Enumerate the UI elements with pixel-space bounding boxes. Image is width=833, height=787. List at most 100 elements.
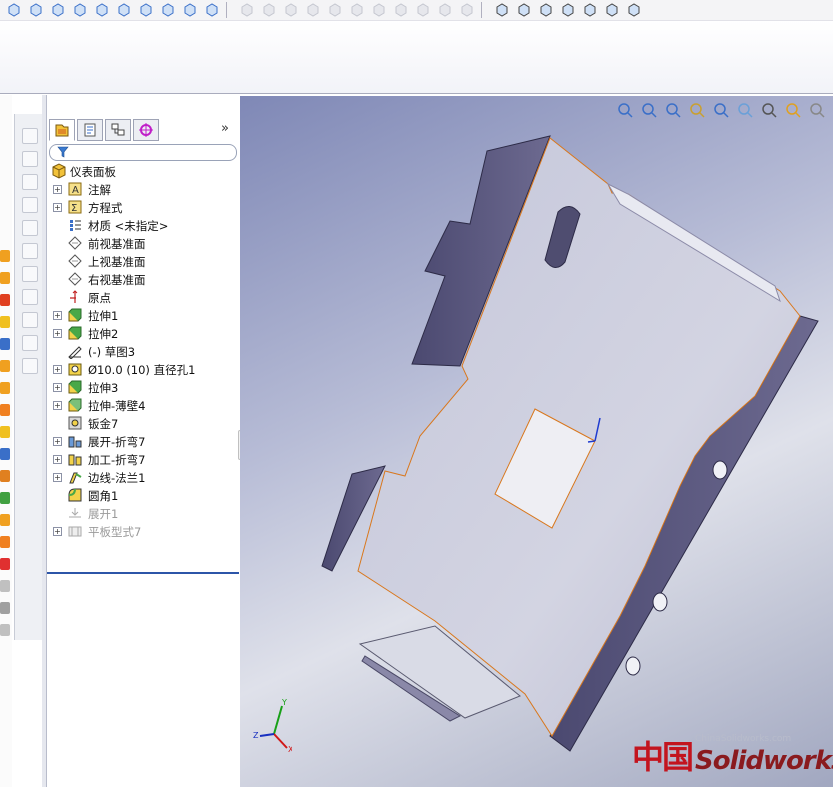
tree-item[interactable]: + 拉伸3 xyxy=(47,378,239,396)
sketch-tool-icon[interactable] xyxy=(22,358,38,374)
tree-item[interactable]: 右视基准面 xyxy=(47,270,239,288)
expand-toggle-icon[interactable]: + xyxy=(53,365,62,374)
feature-tool-icon[interactable] xyxy=(0,514,10,526)
configuration-manager-tab[interactable] xyxy=(105,119,131,141)
cube-icon[interactable] xyxy=(72,2,88,18)
sketch-icon[interactable] xyxy=(371,2,387,18)
expand-toggle-icon[interactable]: + xyxy=(53,329,62,338)
sketch-icon[interactable] xyxy=(349,2,365,18)
cube-icon[interactable] xyxy=(28,2,44,18)
expand-toggle-icon[interactable]: + xyxy=(53,401,62,410)
sketch-icon[interactable] xyxy=(626,2,642,18)
sketch-tool-icon[interactable] xyxy=(22,220,38,236)
shield-icon[interactable] xyxy=(160,2,176,18)
tree-root[interactable]: 仪表面板 xyxy=(47,162,239,180)
rollback-bar[interactable] xyxy=(47,572,239,574)
pencil-icon[interactable] xyxy=(494,2,510,18)
tree-item[interactable]: + 边线-法兰1 xyxy=(47,468,239,486)
sheet-metal-part-model[interactable] xyxy=(240,96,833,787)
spline-icon[interactable] xyxy=(604,2,620,18)
feature-manager-tab[interactable] xyxy=(49,119,75,141)
dim-expert-tab[interactable] xyxy=(133,119,159,141)
expand-toggle-icon[interactable]: + xyxy=(53,203,62,212)
tree-item[interactable]: + 加工-折弯7 xyxy=(47,450,239,468)
tree-item[interactable]: 钣金7 xyxy=(47,414,239,432)
property-manager-tab[interactable] xyxy=(77,119,103,141)
sketch-icon[interactable] xyxy=(415,2,431,18)
feature-tool-icon[interactable] xyxy=(0,382,10,394)
tree-item[interactable]: + 平板型式7 xyxy=(47,522,239,540)
tree-item[interactable]: + 拉伸2 xyxy=(47,324,239,342)
feature-tool-icon[interactable] xyxy=(0,272,10,284)
rectangle-icon[interactable] xyxy=(538,2,554,18)
plane-icon xyxy=(68,236,82,250)
sketch-icon[interactable] xyxy=(393,2,409,18)
feature-tool-icon[interactable] xyxy=(0,316,10,328)
cube-icon[interactable] xyxy=(116,2,132,18)
sketch-icon[interactable] xyxy=(437,2,453,18)
sketch-tool-icon[interactable] xyxy=(22,243,38,259)
line-icon[interactable] xyxy=(516,2,532,18)
cube-icon[interactable] xyxy=(94,2,110,18)
feature-tool-icon[interactable] xyxy=(0,250,10,262)
feature-tool-icon[interactable] xyxy=(0,294,10,306)
tree-item[interactable]: + 拉伸-薄壁4 xyxy=(47,396,239,414)
sketch-icon[interactable] xyxy=(459,2,475,18)
tree-item[interactable]: 前视基准面 xyxy=(47,234,239,252)
shield-icon[interactable] xyxy=(138,2,154,18)
sketch-tool-icon[interactable] xyxy=(22,151,38,167)
arc-icon[interactable] xyxy=(582,2,598,18)
feature-tool-icon[interactable] xyxy=(0,536,10,548)
wrench-icon[interactable] xyxy=(204,2,220,18)
tree-item[interactable]: (-) 草图3 xyxy=(47,342,239,360)
circle-icon[interactable] xyxy=(560,2,576,18)
feature-tool-icon[interactable] xyxy=(0,470,10,482)
sketch-icon[interactable] xyxy=(327,2,343,18)
sketch-icon[interactable] xyxy=(283,2,299,18)
expand-toggle-icon[interactable]: + xyxy=(53,455,62,464)
expand-toggle-icon[interactable]: + xyxy=(53,473,62,482)
shield-icon[interactable] xyxy=(182,2,198,18)
tree-item-label: 平板型式7 xyxy=(88,525,142,539)
feature-tool-icon[interactable] xyxy=(0,624,10,636)
tree-item[interactable]: + 拉伸1 xyxy=(47,306,239,324)
panel-more-button[interactable]: » xyxy=(221,121,229,136)
feature-tool-icon[interactable] xyxy=(0,338,10,350)
cube-icon[interactable] xyxy=(50,2,66,18)
tree-item[interactable]: 材质 <未指定> xyxy=(47,216,239,234)
tree-item[interactable]: 展开1 xyxy=(47,504,239,522)
sketch-tool-icon[interactable] xyxy=(22,174,38,190)
tree-item[interactable]: 上视基准面 xyxy=(47,252,239,270)
feature-tool-icon[interactable] xyxy=(0,602,10,614)
feature-tool-icon[interactable] xyxy=(0,558,10,570)
sketch-icon[interactable] xyxy=(305,2,321,18)
feature-tool-icon[interactable] xyxy=(0,448,10,460)
expand-toggle-icon[interactable]: + xyxy=(53,311,62,320)
graphics-viewport[interactable]: Y X Z ChinaSolidworks.com 中国 Solidworks xyxy=(240,96,833,787)
pen-icon[interactable] xyxy=(239,2,255,18)
tree-item[interactable]: + Σ 方程式 xyxy=(47,198,239,216)
tree-item[interactable]: + A 注解 xyxy=(47,180,239,198)
feature-tool-icon[interactable] xyxy=(0,404,10,416)
tree-filter-input[interactable] xyxy=(49,144,237,161)
tree-item[interactable]: 原点 xyxy=(47,288,239,306)
tree-item[interactable]: + 展开-折弯7 xyxy=(47,432,239,450)
tree-item[interactable]: 圆角1 xyxy=(47,486,239,504)
feature-tool-icon[interactable] xyxy=(0,360,10,372)
feature-tool-icon[interactable] xyxy=(0,580,10,592)
sketch-icon[interactable] xyxy=(261,2,277,18)
sketch-tool-icon[interactable] xyxy=(22,335,38,351)
arrow-icon[interactable] xyxy=(6,2,22,18)
expand-toggle-icon[interactable]: + xyxy=(53,437,62,446)
sketch-tool-icon[interactable] xyxy=(22,266,38,282)
sketch-tool-icon[interactable] xyxy=(22,197,38,213)
expand-toggle-icon[interactable]: + xyxy=(53,383,62,392)
feature-tool-icon[interactable] xyxy=(0,426,10,438)
expand-toggle-icon[interactable]: + xyxy=(53,185,62,194)
expand-toggle-icon[interactable]: + xyxy=(53,527,62,536)
sketch-tool-icon[interactable] xyxy=(22,312,38,328)
sketch-tool-icon[interactable] xyxy=(22,289,38,305)
sketch-tool-icon[interactable] xyxy=(22,128,38,144)
tree-item[interactable]: + Ø10.0 (10) 直径孔1 xyxy=(47,360,239,378)
feature-tool-icon[interactable] xyxy=(0,492,10,504)
